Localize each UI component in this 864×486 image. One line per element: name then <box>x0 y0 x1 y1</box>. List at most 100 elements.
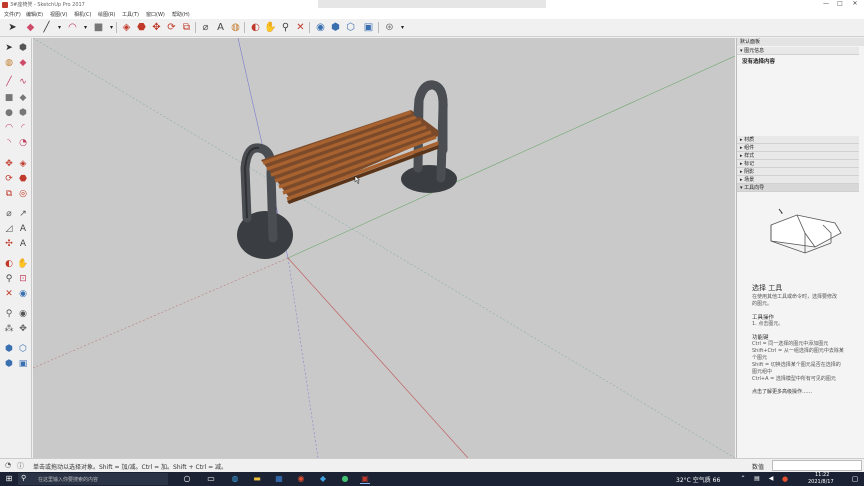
entity-info-header[interactable]: ▾ 图元信息 <box>737 47 859 55</box>
app-icon-green[interactable]: ● <box>340 474 350 484</box>
clock-date[interactable]: 2021/8/17 <box>808 479 834 485</box>
app-icon-red[interactable]: ◉ <box>296 474 306 484</box>
move-tool-icon[interactable]: ✥ <box>150 21 163 34</box>
maximize-button[interactable]: □ <box>834 0 846 10</box>
previous-view-icon[interactable]: ◉ <box>17 288 29 300</box>
close-button[interactable]: ✕ <box>849 0 861 10</box>
menu-draw[interactable]: 绘图(R) <box>98 11 115 18</box>
geo-location-icon[interactable]: ◔ <box>5 461 11 469</box>
rotate-icon[interactable]: ⟳ <box>3 173 15 185</box>
select-tool-icon[interactable]: ➤ <box>6 21 19 34</box>
paint-bucket-icon[interactable]: ◍ <box>3 57 15 69</box>
info-icon[interactable]: ⓘ <box>17 461 24 471</box>
two-point-arc-icon[interactable]: ◜ <box>17 122 29 134</box>
taskbar-search-box[interactable]: ⚲ 在这里输入你要搜索的内容 <box>18 473 168 485</box>
orbit-icon[interactable]: ◐ <box>3 258 15 270</box>
title-drag-area[interactable] <box>318 0 546 8</box>
weather-widget[interactable]: 32°C 空气质 66 <box>676 475 720 484</box>
layout-icon[interactable]: ▣ <box>362 21 375 34</box>
freehand-icon[interactable]: ∿ <box>17 76 29 88</box>
menu-edit[interactable]: 编辑(E) <box>26 11 43 18</box>
dimension-icon[interactable]: ↗ <box>17 208 29 220</box>
pan-icon[interactable]: ✋ <box>17 258 29 270</box>
extension-manager-icon[interactable]: ⊛ <box>383 21 396 34</box>
tape-measure-icon[interactable]: ⌀ <box>3 208 15 220</box>
text-tool-icon[interactable]: A <box>214 21 227 34</box>
position-camera-icon[interactable]: ⚲ <box>3 308 15 320</box>
clock-time[interactable]: 11:22 <box>815 472 829 478</box>
task-view-icon[interactable]: ▭ <box>206 474 216 484</box>
extension-warehouse-icon[interactable]: ⬡ <box>344 21 357 34</box>
panel-styles[interactable]: ▸ 样式 <box>737 152 859 160</box>
rectangle-tool-icon[interactable]: ■ <box>92 21 105 34</box>
extension-dropdown-icon[interactable]: ▾ <box>396 21 409 34</box>
line-tool-icon[interactable]: ╱ <box>40 21 53 34</box>
arc-tool-icon[interactable]: ◠ <box>66 21 79 34</box>
layout-send-icon[interactable]: ▣ <box>17 358 29 370</box>
zoom-tool-icon[interactable]: ⚲ <box>279 21 292 34</box>
panel-instructor[interactable]: ▾ 工具向导 <box>737 184 859 192</box>
menu-view[interactable]: 视图(V) <box>50 11 67 18</box>
notification-icon[interactable]: ▢ <box>850 474 860 484</box>
text-icon[interactable]: A <box>17 223 29 235</box>
rotated-rectangle-icon[interactable]: ◆ <box>17 92 29 104</box>
eraser-tool-icon[interactable]: ◆ <box>24 21 37 34</box>
rectangle-icon[interactable]: ■ <box>3 92 15 104</box>
tray-app-icon[interactable]: ● <box>780 474 790 484</box>
measurements-input[interactable] <box>772 460 862 471</box>
store-icon[interactable]: ▦ <box>274 474 284 484</box>
three-point-arc-icon[interactable]: ◝ <box>3 137 15 149</box>
menu-file[interactable]: 文件(F) <box>4 11 21 18</box>
zoom-extents-icon[interactable]: ✕ <box>294 21 307 34</box>
panel-tags[interactable]: ▸ 标记 <box>737 160 859 168</box>
network-icon[interactable]: ▤ <box>752 474 762 484</box>
protractor-icon[interactable]: ◿ <box>3 223 15 235</box>
walk-icon[interactable]: ⁂ <box>3 323 15 335</box>
scene-canvas[interactable] <box>33 38 735 458</box>
make-component-icon[interactable]: ⬢ <box>17 42 29 54</box>
edge-icon[interactable]: ◍ <box>230 474 240 484</box>
pan-tool-icon[interactable]: ✋ <box>264 21 277 34</box>
section-plane-icon[interactable]: ✥ <box>17 323 29 335</box>
instructor-more-link[interactable]: 点击了解更多高级操作…… <box>752 388 812 395</box>
menu-window[interactable]: 窗口(W) <box>146 11 165 18</box>
select-icon[interactable]: ➤ <box>3 42 15 54</box>
menu-tools[interactable]: 工具(T) <box>122 11 139 18</box>
arc-dropdown-icon[interactable]: ▾ <box>79 21 92 34</box>
pie-icon[interactable]: ◔ <box>17 137 29 149</box>
panel-components[interactable]: ▸ 组件 <box>737 144 859 152</box>
3d-warehouse-icon[interactable]: ◉ <box>314 21 327 34</box>
scale-tool-icon[interactable]: ⧉ <box>180 21 193 34</box>
menu-camera[interactable]: 相机(C) <box>74 11 91 18</box>
offset-icon[interactable]: ◎ <box>17 188 29 200</box>
share-component-icon[interactable]: ⬡ <box>17 343 29 355</box>
push-pull-icon[interactable]: ◈ <box>17 158 29 170</box>
3d-text-icon[interactable]: A <box>17 238 29 250</box>
axes-icon[interactable]: ✣ <box>3 238 15 250</box>
polygon-icon[interactable]: ⬢ <box>17 107 29 119</box>
line-icon[interactable]: ╱ <box>3 76 15 88</box>
rotate-tool-icon[interactable]: ⟳ <box>165 21 178 34</box>
tape-measure-icon[interactable]: ⌀ <box>199 21 212 34</box>
zoom-icon[interactable]: ⚲ <box>3 273 15 285</box>
menu-help[interactable]: 帮助(H) <box>172 11 190 18</box>
tray-chevron-icon[interactable]: ⌃ <box>738 474 748 484</box>
sketchup-taskbar-icon[interactable]: ▣ <box>360 474 370 484</box>
extension-warehouse-icon[interactable]: ⬢ <box>3 358 15 370</box>
follow-me-icon[interactable]: ⬣ <box>135 21 148 34</box>
panel-shadows[interactable]: ▸ 阴影 <box>737 168 859 176</box>
volume-icon[interactable]: ◀ <box>766 474 776 484</box>
cortana-icon[interactable]: ○ <box>182 474 192 484</box>
paint-bucket-icon[interactable]: ◍ <box>229 21 242 34</box>
arc-icon[interactable]: ◠ <box>3 122 15 134</box>
zoom-extents-icon[interactable]: ✕ <box>3 288 15 300</box>
minimize-button[interactable]: — <box>820 0 832 10</box>
line-dropdown-icon[interactable]: ▾ <box>53 21 66 34</box>
circle-icon[interactable]: ● <box>3 107 15 119</box>
orbit-tool-icon[interactable]: ◐ <box>249 21 262 34</box>
file-explorer-icon[interactable]: ▬ <box>252 474 262 484</box>
warehouse-icon[interactable]: ⬢ <box>3 343 15 355</box>
look-around-icon[interactable]: ◉ <box>17 308 29 320</box>
zoom-window-icon[interactable]: ⊡ <box>17 273 29 285</box>
share-model-icon[interactable]: ⬢ <box>329 21 342 34</box>
